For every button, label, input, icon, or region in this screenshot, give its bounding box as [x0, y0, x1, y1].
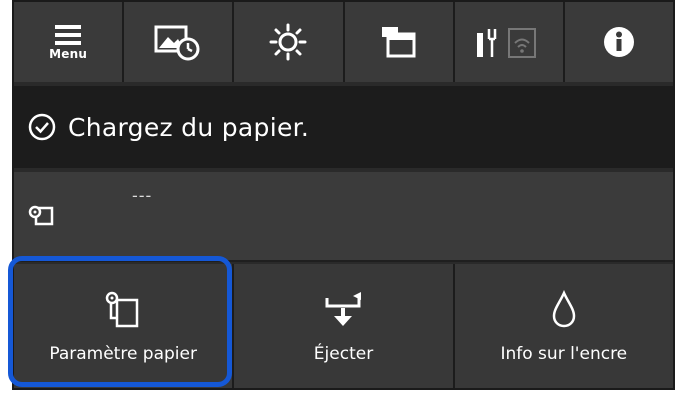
info-icon — [603, 27, 634, 57]
paper-source-button[interactable] — [344, 2, 455, 82]
menu-label: Menu — [49, 46, 88, 61]
connectivity-icon — [476, 28, 536, 58]
menu-icon — [55, 24, 82, 45]
action-row: Paramètre papier Éjecter Info sur l'encr… — [14, 264, 673, 388]
brightness-icon — [269, 23, 307, 61]
paper-source-icon — [381, 27, 416, 58]
status-message: Chargez du papier. — [68, 112, 310, 142]
ink-info-label: Info sur l'encre — [500, 344, 628, 364]
paper-setting-button[interactable]: Paramètre papier — [14, 264, 235, 388]
info-button[interactable] — [564, 2, 673, 82]
paper-roll-icon — [28, 205, 54, 226]
maintenance-clock-icon — [154, 25, 200, 61]
printer-control-panel: Menu Chargez du papier. --- Paramètre pa… — [12, 0, 675, 390]
connectivity-button[interactable] — [454, 2, 565, 82]
status-bar: Chargez du papier. — [14, 86, 673, 168]
eject-button[interactable]: Éjecter — [234, 264, 455, 388]
brightness-button[interactable] — [234, 2, 345, 82]
ink-info-button[interactable]: Info sur l'encre — [454, 264, 673, 388]
paper-setting-label: Paramètre papier — [49, 344, 197, 364]
check-circle-icon — [28, 113, 56, 141]
paper-setting-icon — [105, 291, 139, 328]
paper-info-value: --- — [132, 186, 153, 205]
ink-drop-icon — [552, 290, 576, 328]
paper-info-bar[interactable]: --- — [14, 170, 673, 262]
top-toolbar: Menu — [14, 2, 673, 82]
eject-icon — [325, 292, 362, 326]
eject-label: Éjecter — [313, 344, 374, 364]
maintenance-button[interactable] — [124, 2, 235, 82]
menu-button[interactable]: Menu — [14, 2, 125, 82]
